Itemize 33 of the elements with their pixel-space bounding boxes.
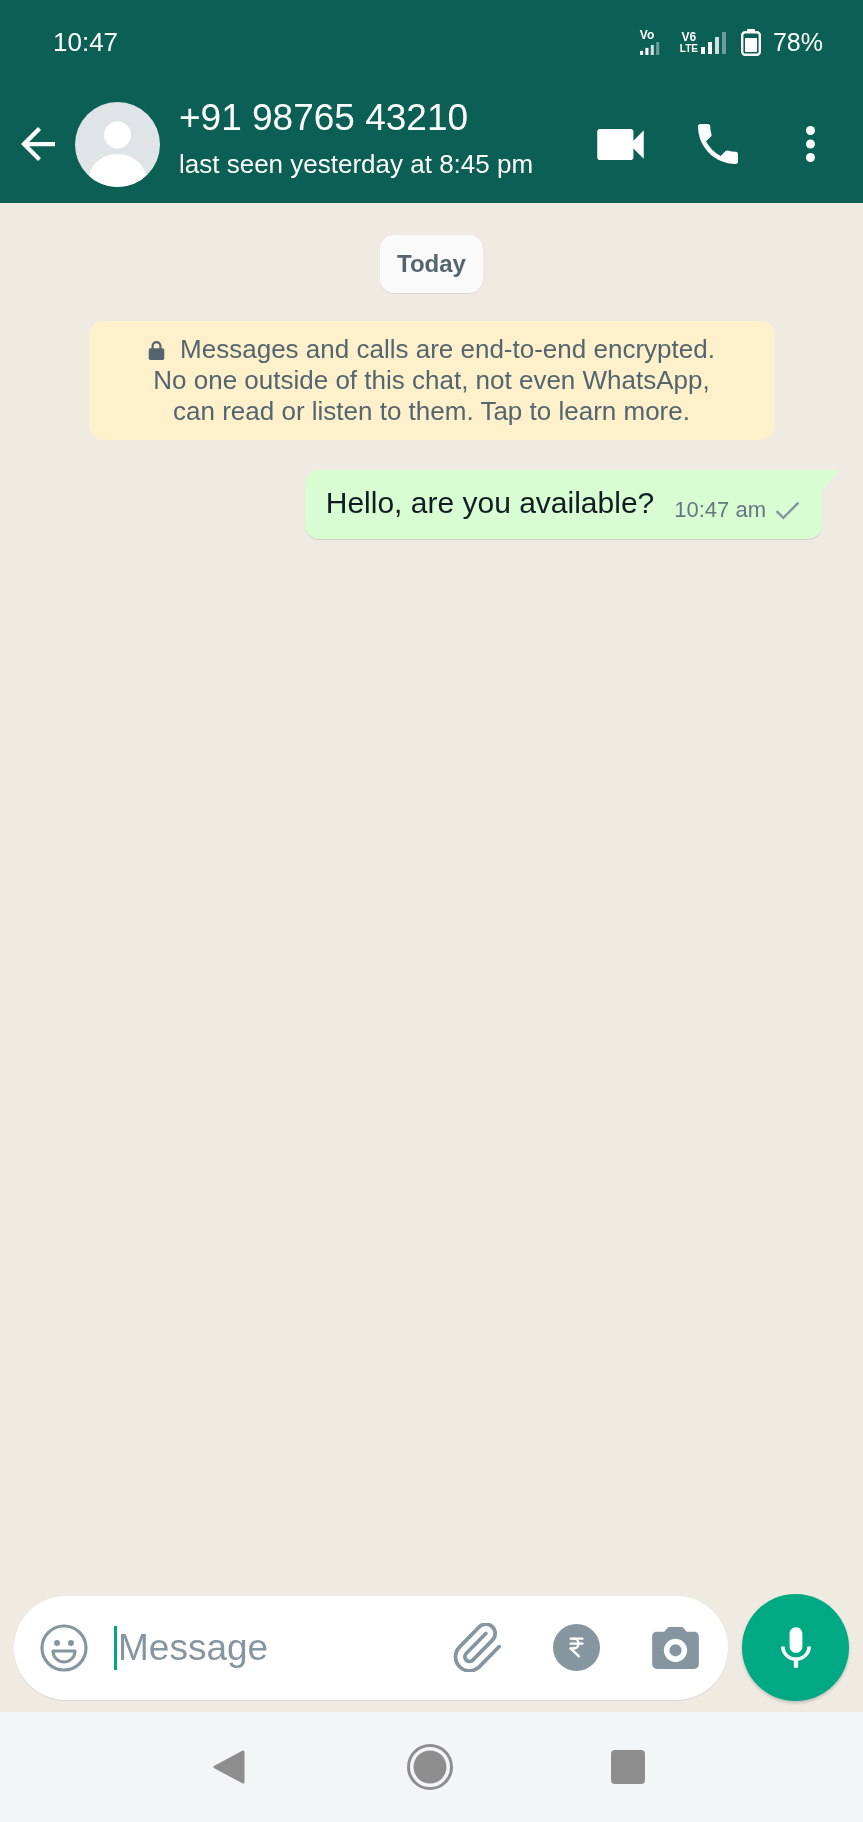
message-time: 10:47 am: [674, 496, 766, 524]
signal-icon: [639, 42, 660, 55]
microphone-icon: [780, 1627, 811, 1668]
paperclip-icon[interactable]: [452, 1623, 501, 1672]
battery-icon: [740, 29, 761, 56]
rupee-icon[interactable]: [553, 1624, 600, 1671]
encryption-notice-heading: Messages and calls are end-to-end encrypted.: [180, 334, 715, 365]
last-seen-status: last seen yesterday at 8:45 pm: [179, 148, 534, 180]
phone-icon[interactable]: [698, 124, 738, 164]
camera-icon[interactable]: [652, 1626, 699, 1669]
signal-icon: [700, 32, 727, 54]
encryption-notice-text: No one outside of this chat, not even WhatsApp, can read or listen to them. Tap to learn more.: [152, 365, 711, 427]
text-cursor-icon: [114, 1625, 117, 1670]
home-nav-icon[interactable]: [407, 1744, 453, 1790]
date-chip: Today: [380, 235, 483, 293]
contact-name[interactable]: +91 98765 43210: [179, 97, 534, 139]
message-bubble[interactable]: Hello, are you available? 10:47 am: [304, 470, 822, 539]
message-input[interactable]: Message: [118, 1619, 432, 1676]
message-input-field[interactable]: Message: [14, 1595, 728, 1700]
network-type-label: Vo: [639, 30, 655, 41]
menu-icon[interactable]: [806, 126, 815, 162]
message-text: Hello, are you available?: [325, 485, 655, 521]
back-nav-icon[interactable]: [213, 1749, 245, 1785]
lock-icon: [148, 339, 166, 360]
network-type-label: V6: [681, 31, 697, 43]
battery-percent: 78%: [772, 26, 823, 58]
back-arrow-icon[interactable]: [20, 127, 56, 161]
avatar-icon[interactable]: [75, 101, 160, 187]
emoji-icon[interactable]: [40, 1623, 88, 1672]
network-type-label: LTE: [679, 43, 698, 54]
status-time: 10:47: [53, 26, 119, 59]
encryption-notice[interactable]: Messages and calls are end-to-end encrypted. No one outside of this chat, not even WhatsApp, can read or listen to them. Tap to learn more.: [88, 321, 775, 440]
video-call-icon[interactable]: [597, 128, 644, 160]
